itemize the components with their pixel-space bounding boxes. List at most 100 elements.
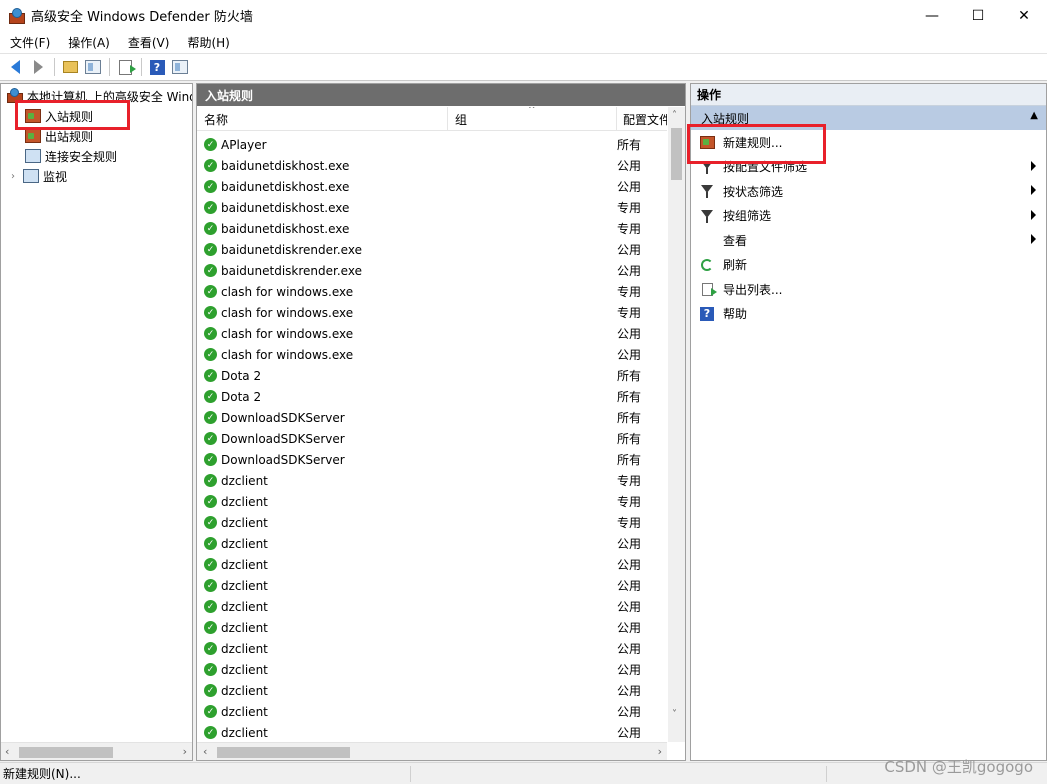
close-button[interactable]: ✕ [1001, 0, 1047, 31]
table-row[interactable]: ✓ dzclient 公用 [197, 638, 667, 659]
table-row[interactable]: ✓ dzclient 专用 [197, 470, 667, 491]
tree-item-connection-security-rules[interactable]: 连接安全规则 [25, 146, 117, 166]
rules-vertical-scrollbar[interactable]: ˄ ˅ [668, 107, 685, 742]
table-row[interactable]: ✓ Dota 2 所有 [197, 386, 667, 407]
action-item[interactable]: 导出列表... [691, 277, 1046, 302]
enabled-check-icon: ✓ [204, 327, 217, 340]
blank-icon [699, 232, 715, 248]
column-name[interactable]: 名称 [197, 107, 448, 131]
table-row[interactable]: ✓ dzclient 公用 [197, 533, 667, 554]
minimize-button[interactable]: — [909, 0, 955, 31]
table-row[interactable]: ✓ baidunetdiskhost.exe 专用 [197, 218, 667, 239]
rule-name: dzclient [221, 494, 268, 509]
table-row[interactable]: ✓ clash for windows.exe 公用 [197, 323, 667, 344]
table-row[interactable]: ✓ clash for windows.exe 公用 [197, 344, 667, 365]
action-item[interactable]: 刷新 [691, 253, 1046, 278]
table-row[interactable]: ✓ DownloadSDKServer 所有 [197, 407, 667, 428]
show-action-pane-icon[interactable] [169, 56, 191, 78]
rule-profile: 公用 [617, 600, 642, 614]
export-icon[interactable] [114, 56, 136, 78]
scroll-down-icon[interactable]: ˅ [672, 709, 677, 720]
action-label: 按状态筛选 [723, 184, 784, 199]
enabled-check-icon: ✓ [204, 663, 217, 676]
table-row[interactable]: ✓ clash for windows.exe 专用 [197, 281, 667, 302]
rule-profile: 公用 [617, 537, 642, 551]
up-folder-icon[interactable] [59, 56, 81, 78]
firewall-app-icon [9, 7, 25, 24]
rule-profile: 公用 [617, 684, 642, 698]
show-tree-icon[interactable] [82, 56, 104, 78]
table-row[interactable]: ✓ dzclient 公用 [197, 554, 667, 575]
rule-name-cell: ✓ dzclient [197, 579, 617, 593]
rule-name: dzclient [221, 704, 268, 719]
scrollbar-thumb[interactable] [671, 128, 682, 180]
table-row[interactable]: ✓ baidunetdiskrender.exe 公用 [197, 260, 667, 281]
action-item[interactable]: ? 帮助 [691, 302, 1046, 327]
maximize-button[interactable]: ☐ [955, 0, 1001, 31]
table-row[interactable]: ✓ DownloadSDKServer 所有 [197, 428, 667, 449]
scroll-up-icon[interactable]: ˄ [672, 110, 677, 121]
table-row[interactable]: ✓ baidunetdiskhost.exe 公用 [197, 155, 667, 176]
enabled-check-icon: ✓ [204, 369, 217, 382]
action-item[interactable]: 查看 [691, 228, 1046, 253]
rule-name-cell: ✓ clash for windows.exe [197, 306, 617, 320]
table-row[interactable]: ✓ dzclient 公用 [197, 701, 667, 722]
rule-name: dzclient [221, 662, 268, 677]
menu-action[interactable]: 操作(A) [58, 34, 118, 51]
rule-profile: 公用 [617, 327, 642, 341]
table-row[interactable]: ✓ baidunetdiskhost.exe 专用 [197, 197, 667, 218]
table-row[interactable]: ✓ dzclient 专用 [197, 512, 667, 533]
help-icon[interactable]: ? [146, 56, 168, 78]
table-row[interactable]: ✓ clash for windows.exe 专用 [197, 302, 667, 323]
enabled-check-icon: ✓ [204, 705, 217, 718]
title-bar: 高级安全 Windows Defender 防火墙 — ☐ ✕ [0, 0, 1047, 31]
menu-help[interactable]: 帮助(H) [177, 34, 237, 51]
rule-profile: 专用 [617, 285, 642, 299]
table-row[interactable]: ✓ DownloadSDKServer 所有 [197, 449, 667, 470]
table-row[interactable]: ✓ dzclient 公用 [197, 575, 667, 596]
table-row[interactable]: ✓ APlayer 所有 [197, 134, 667, 155]
collapse-caret-icon[interactable]: ▲ [1030, 110, 1038, 121]
rules-horizontal-scrollbar[interactable]: ‹ › [197, 742, 667, 760]
tree-item-monitor[interactable]: › 监视 [11, 166, 67, 186]
watermark: CSDN @王凯gogogo [884, 758, 1033, 776]
table-row[interactable]: ✓ dzclient 公用 [197, 722, 667, 743]
rule-profile: 所有 [617, 369, 642, 383]
column-group[interactable]: 组 ^ [448, 107, 617, 131]
menu-file[interactable]: 文件(F) [0, 34, 58, 51]
table-row[interactable]: ✓ dzclient 公用 [197, 680, 667, 701]
tree-horizontal-scrollbar[interactable]: ‹ › [1, 742, 192, 760]
action-item[interactable]: 按组筛选 [691, 204, 1046, 229]
toolbar: ? [0, 54, 1047, 81]
menu-view[interactable]: 查看(V) [118, 34, 178, 51]
rule-name: dzclient [221, 473, 268, 488]
table-row[interactable]: ✓ Dota 2 所有 [197, 365, 667, 386]
rule-name-cell: ✓ Dota 2 [197, 369, 617, 383]
enabled-check-icon: ✓ [204, 642, 217, 655]
expand-chevron-icon[interactable]: › [11, 171, 21, 182]
scroll-right-icon[interactable]: › [183, 745, 187, 758]
table-row[interactable]: ✓ dzclient 公用 [197, 596, 667, 617]
rule-name-cell: ✓ dzclient [197, 621, 617, 635]
action-item[interactable]: 按状态筛选 [691, 179, 1046, 204]
table-row[interactable]: ✓ dzclient 公用 [197, 617, 667, 638]
rule-name: DownloadSDKServer [221, 410, 345, 425]
rule-name-cell: ✓ dzclient [197, 684, 617, 698]
scroll-right-icon[interactable]: › [658, 745, 662, 758]
forward-arrow-icon[interactable] [27, 56, 49, 78]
export-icon [699, 281, 717, 297]
scrollbar-thumb[interactable] [19, 747, 113, 758]
table-row[interactable]: ✓ baidunetdiskhost.exe 公用 [197, 176, 667, 197]
enabled-check-icon: ✓ [204, 222, 217, 235]
enabled-check-icon: ✓ [204, 201, 217, 214]
scroll-left-icon[interactable]: ‹ [5, 745, 9, 758]
scroll-left-icon[interactable]: ‹ [203, 745, 207, 758]
table-row[interactable]: ✓ baidunetdiskrender.exe 公用 [197, 239, 667, 260]
back-arrow-icon[interactable] [4, 56, 26, 78]
scrollbar-thumb[interactable] [217, 747, 350, 758]
actions-pane: 操作 入站规则 ▲ 新建规则... 按配置文件筛选 按状态筛选 按组筛选 查看 刷新 导出列… [687, 83, 1047, 761]
table-row[interactable]: ✓ dzclient 专用 [197, 491, 667, 512]
rule-name: dzclient [221, 536, 268, 551]
column-profile[interactable]: 配置文件 [617, 107, 667, 131]
table-row[interactable]: ✓ dzclient 公用 [197, 659, 667, 680]
